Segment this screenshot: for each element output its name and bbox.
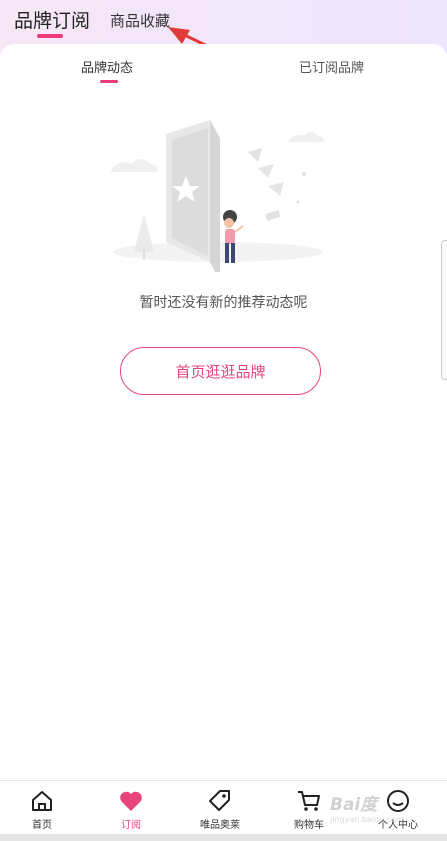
- cart-icon: [298, 791, 320, 811]
- bottom-system-strip: [0, 834, 447, 841]
- nav-item-home[interactable]: 首页: [2, 781, 82, 835]
- nav-label-subscribe: 订阅: [121, 820, 141, 831]
- tag-icon: [209, 790, 230, 811]
- subtab-subscribed-brands[interactable]: 已订阅品牌: [299, 57, 364, 76]
- empty-state-illustration: [110, 120, 324, 272]
- subtab-indicator: [100, 80, 118, 83]
- nav-item-subscribe[interactable]: 订阅: [91, 781, 171, 835]
- browse-brands-button[interactable]: 首页逛逛品牌: [120, 347, 321, 395]
- nav-label-home: 首页: [32, 820, 52, 831]
- empty-state-message: 暂时还没有新的推荐动态呢: [139, 295, 308, 311]
- nav-label-outlet: 唯品奥莱: [200, 820, 240, 831]
- active-tab-indicator: [37, 34, 63, 38]
- content-card: 品牌动态 已订阅品牌 暂时还没有新的推荐动态呢 首页逛逛品牌: [0, 44, 447, 780]
- scroll-handle[interactable]: [441, 240, 447, 380]
- heart-icon: [120, 791, 142, 811]
- tab-brand-subscription[interactable]: 品牌订阅: [14, 6, 90, 33]
- watermark-logo-text: Bai度: [330, 795, 378, 815]
- baidu-watermark: Bai度 jingyan.baidu.com: [330, 790, 430, 826]
- nav-item-outlet[interactable]: 唯品奥莱: [180, 781, 260, 835]
- home-icon: [32, 791, 52, 811]
- subtab-brand-feed[interactable]: 品牌动态: [81, 57, 133, 76]
- watermark-url: jingyan.baidu.com: [330, 815, 404, 824]
